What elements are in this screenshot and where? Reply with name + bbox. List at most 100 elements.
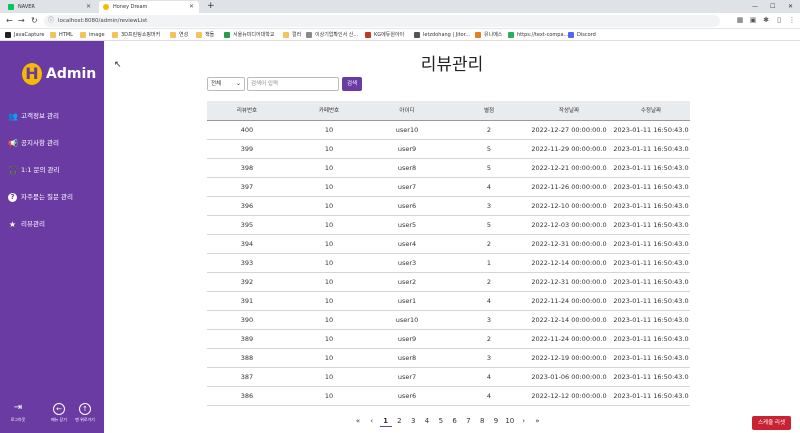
bookmark-icon [306, 32, 312, 38]
table-body: 400 10 user10 2 2022-12-27 00:00:00.0 2023-01… [207, 121, 690, 406]
scroll-top-button[interactable]: ↑ 맨 위로가기 [70, 403, 100, 423]
table-cell: 10 [324, 335, 334, 343]
sidebar-item-inquiries[interactable]: 🎧 1:1 문의 관리 [8, 163, 60, 177]
sidebar-item-customers[interactable]: 👥 고객정보 관리 [8, 109, 59, 123]
page-link[interactable]: 9 [490, 415, 502, 427]
table-cell: 5 [486, 145, 492, 153]
table-row[interactable]: 399 10 user9 5 2022-11-29 00:00:00.0 2023-01-… [207, 140, 690, 159]
page-link[interactable]: 1 [379, 415, 392, 427]
table-row[interactable]: 388 10 user8 3 2022-12-19 00:00:00.0 2023-01-… [207, 349, 690, 368]
menu-kebab-icon[interactable]: ⋮ [788, 16, 796, 24]
headset-icon: 🎧 [8, 166, 18, 175]
prev-page-icon[interactable]: ‹ [366, 415, 378, 427]
sidebar-icon[interactable]: ▯ [775, 16, 783, 24]
back-arrow-icon[interactable]: ← [6, 15, 13, 27]
page-link[interactable]: 7 [462, 415, 474, 427]
schedule-reset-button[interactable]: 스케줄 리셋 [752, 416, 791, 430]
bookmark-item[interactable]: https://text-compa... [508, 29, 568, 41]
close-tab-icon[interactable]: ✕ [189, 1, 194, 13]
table-row[interactable]: 392 10 user2 2 2022-12-31 00:00:00.0 2023-01-… [207, 273, 690, 292]
header-user-id: 아이디 [399, 108, 415, 114]
table-row[interactable]: 397 10 user7 4 2022-11-26 00:00:00.0 2023-01-… [207, 178, 690, 197]
table-row[interactable]: 398 10 user8 5 2022-12-21 00:00:00.0 2023-01-… [207, 159, 690, 178]
table-row[interactable]: 389 10 user9 2 2022-11-24 00:00:00.0 2023-01-… [207, 330, 690, 349]
table-row[interactable]: 390 10 user10 3 2022-12-14 00:00:00.0 2023-01… [207, 311, 690, 330]
puzzle-icon[interactable]: ✱ [762, 16, 770, 24]
table-cell: 2023-01-11 16:50:43.0 [613, 202, 689, 210]
table-row[interactable]: 387 10 user7 4 2023-01-06 00:00:00.0 2023-01-… [207, 368, 690, 387]
page-link[interactable]: 10 [504, 415, 516, 427]
logout-icon: ⇥ [13, 402, 23, 413]
url-input[interactable]: ⓘ localhost:8080/admin/reviewList [44, 15, 720, 27]
table-cell: 396 [240, 202, 254, 210]
bookmark-label: 유니메스 [484, 32, 503, 38]
table-cell: 2023-01-11 16:50:43.0 [613, 297, 689, 305]
bookmark-item[interactable]: 3D프린팅쇼핑머커 [112, 29, 160, 41]
bookmark-item[interactable]: 컬러 [283, 29, 301, 41]
search-input[interactable]: 검색어 입력 [247, 77, 339, 91]
page-link[interactable]: 4 [421, 415, 433, 427]
bookmark-item[interactable]: JavaCapture [5, 29, 44, 41]
maximize-icon[interactable]: ☐ [770, 0, 775, 13]
table-cell: user6 [397, 202, 417, 210]
table-row[interactable]: 391 10 user1 4 2022-11-24 00:00:00.0 2023-01-… [207, 292, 690, 311]
first-page-icon[interactable]: « [352, 415, 364, 427]
reload-icon[interactable]: ↻ [31, 15, 38, 27]
bookmark-item[interactable]: 연성 [170, 29, 188, 41]
page-link[interactable]: 3 [407, 415, 419, 427]
bookmark-item[interactable]: 서울뉴미디어대학교 [224, 29, 274, 41]
bookmark-item[interactable]: 이상기업확인서 신... [306, 29, 358, 41]
bookmark-item[interactable]: Discord [568, 29, 596, 41]
logout-button[interactable]: ⇥ 로그아웃 [3, 403, 33, 423]
forward-arrow-icon[interactable]: → [18, 15, 25, 27]
table-cell: 3 [486, 316, 492, 324]
bookmark-icon [508, 32, 514, 38]
sidebar-item-notices[interactable]: 📢 공지사항 관리 [8, 136, 59, 150]
table-cell: user9 [397, 335, 417, 343]
new-tab-plus-icon[interactable]: + [207, 0, 215, 13]
bookmark-item[interactable]: HTML [50, 29, 73, 41]
next-page-icon[interactable]: › [518, 415, 530, 427]
page-link[interactable]: 6 [449, 415, 461, 427]
search-placeholder: 검색어 입력 [251, 81, 279, 87]
search-type-select[interactable]: 전체 ⌄ [207, 77, 245, 91]
table-cell: 2022-12-12 00:00:00.0 [531, 392, 607, 400]
sidebar-item-label: 자주묻는 질문 관리 [21, 193, 73, 201]
table-cell: 2 [486, 278, 492, 286]
table-cell: 397 [240, 183, 254, 191]
page-link[interactable]: 2 [393, 415, 405, 427]
sidebar-item-faq[interactable]: ? 자주묻는 질문 관리 [8, 190, 73, 204]
admin-sidebar: H Admin 👥 고객정보 관리 📢 공지사항 관리 🎧 1:1 문의 관리 … [0, 41, 104, 433]
bookmark-label: 컬러 [292, 32, 302, 38]
table-row[interactable]: 396 10 user6 3 2022-12-10 00:00:00.0 2023-01-… [207, 197, 690, 216]
info-icon: ⓘ [48, 17, 55, 24]
search-button[interactable]: 검색 [342, 77, 362, 91]
table-row[interactable]: 395 10 user5 5 2022-12-03 00:00:00.0 2023-01-… [207, 216, 690, 235]
bookmark-item[interactable]: 책들 [196, 29, 214, 41]
extension-icon[interactable]: ▣ [749, 16, 757, 24]
minimize-icon[interactable]: — [752, 0, 758, 13]
page-link[interactable]: 5 [435, 415, 447, 427]
users-icon: 👥 [8, 112, 18, 121]
bookmark-item[interactable]: letzdohang | Jitor... [414, 29, 470, 41]
tab-naver[interactable]: NAVER ✕ [4, 1, 96, 13]
table-cell: user5 [397, 221, 417, 229]
close-window-icon[interactable]: ✕ [788, 0, 793, 13]
extension-icon[interactable]: ▦ [736, 16, 744, 24]
table-cell: 2022-11-24 00:00:00.0 [531, 297, 607, 305]
tab-label: Honey Dream [113, 4, 148, 10]
tab-honey-dream[interactable]: Honey Dream ✕ [99, 1, 199, 13]
close-tab-icon[interactable]: ✕ [86, 1, 91, 13]
last-page-icon[interactable]: » [531, 415, 543, 427]
table-cell: user2 [397, 278, 417, 286]
table-row[interactable]: 400 10 user10 2 2022-12-27 00:00:00.0 2023-01… [207, 121, 690, 140]
page-link[interactable]: 8 [476, 415, 488, 427]
bookmark-item[interactable]: KG에듀원아이 [365, 29, 404, 41]
table-row[interactable]: 394 10 user4 2 2022-12-31 00:00:00.0 2023-01-… [207, 235, 690, 254]
table-cell: 4 [486, 373, 492, 381]
bookmark-item[interactable]: image [80, 29, 105, 41]
table-row[interactable]: 393 10 user3 1 2022-12-14 00:00:00.0 2023-01-… [207, 254, 690, 273]
sidebar-item-reviews[interactable]: ★ 리뷰관리 [8, 217, 45, 231]
bookmark-item[interactable]: 유니메스 [475, 29, 502, 41]
table-row[interactable]: 386 10 user6 4 2022-12-12 00:00:00.0 2023-01-… [207, 387, 690, 406]
